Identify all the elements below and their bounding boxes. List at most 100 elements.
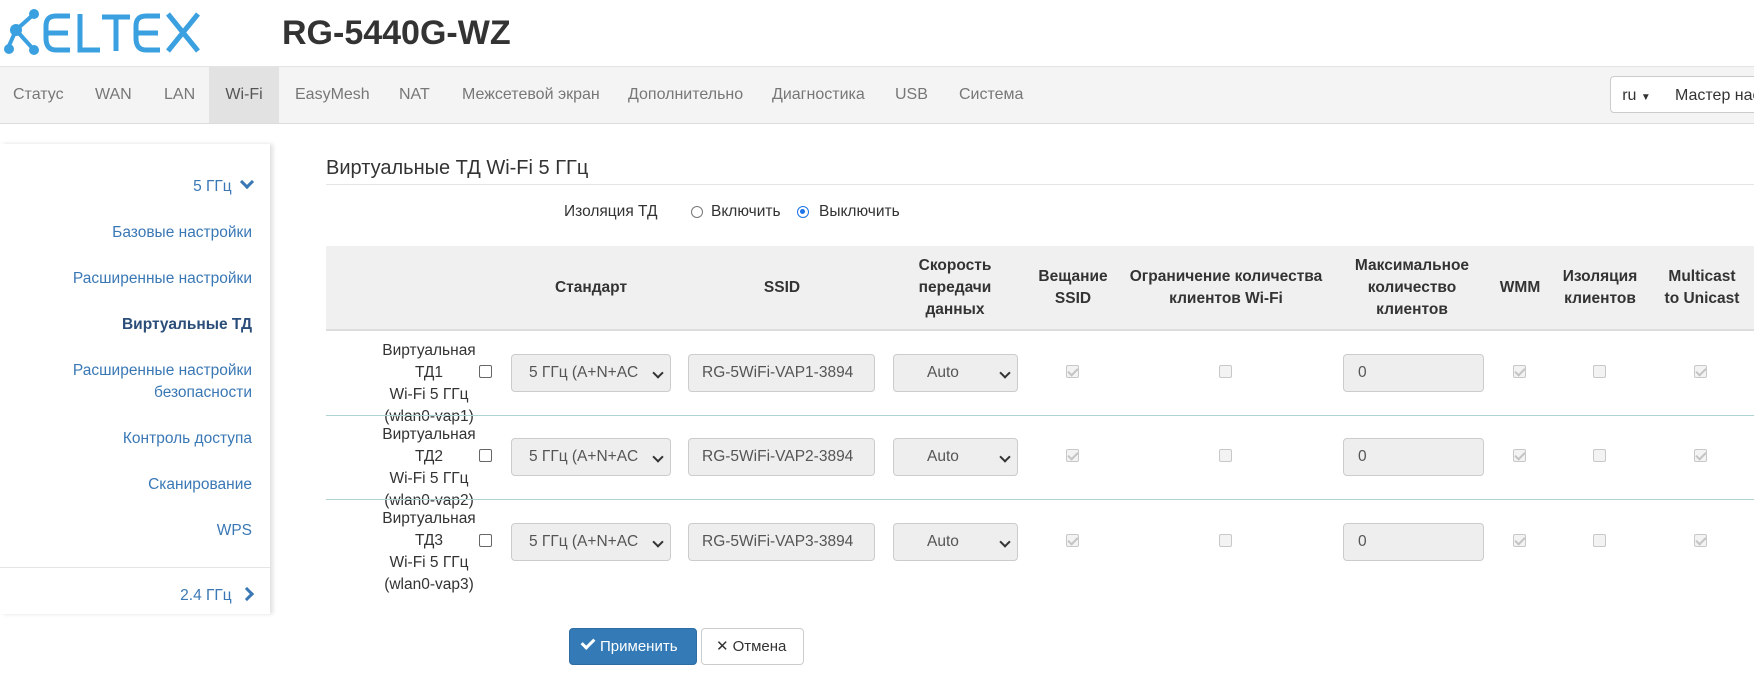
standard-select[interactable]: 5 ГГц (A+N+AC (511, 523, 671, 561)
nav-usb[interactable]: USB (895, 67, 928, 123)
standard-select-value: 5 ГГц (A+N+AC (529, 448, 639, 465)
sidebar-divider (0, 567, 270, 568)
isolation-on-label[interactable]: Включить (711, 203, 781, 221)
client-limit-checkbox[interactable] (1219, 365, 1232, 378)
rate-select-value: Auto (927, 364, 959, 381)
sidebar-band-5ghz-label: 5 ГГц (193, 178, 232, 195)
th-wmm: WMM (1499, 279, 1541, 296)
isolation-off-radio[interactable] (797, 206, 809, 218)
standard-select-value: 5 ГГц (A+N+AC (529, 533, 639, 550)
chevron-down-icon (999, 536, 1011, 548)
rate-select-value: Auto (927, 448, 959, 465)
nav-nat[interactable]: NAT (399, 67, 430, 123)
th-broadcast: Вещание SSID (1038, 268, 1108, 307)
chevron-down-icon (999, 367, 1011, 379)
ssid-input[interactable]: RG-5WiFi-VAP3-3894 (688, 523, 875, 561)
isolation-off-label[interactable]: Выключить (819, 203, 900, 221)
max-clients-input[interactable]: 0 (1343, 523, 1484, 561)
sidebar-item-virtual-ap[interactable]: Виртуальные ТД (122, 314, 252, 336)
row-divider (326, 499, 1754, 500)
nav-wifi[interactable]: Wi-Fi (209, 67, 279, 123)
language-dropdown[interactable]: ru ▼ (1610, 76, 1663, 113)
sidebar-item-advanced[interactable]: Расширенные настройки (73, 268, 252, 290)
th-multicast: Multicast to Unicast (1664, 268, 1740, 307)
max-clients-input[interactable]: 0 (1343, 438, 1484, 476)
sidebar-band-5ghz[interactable]: 5 ГГц (193, 174, 255, 198)
row-enable-checkbox[interactable] (479, 365, 492, 378)
sidebar-band-24ghz[interactable]: 2.4 ГГц (180, 585, 255, 607)
apply-label: Применить (600, 638, 678, 655)
chevron-down-icon (652, 536, 664, 548)
rate-select[interactable]: Auto (893, 523, 1018, 561)
cancel-label: Отмена (732, 638, 787, 655)
row-title: Виртуальная ТД2 (382, 426, 476, 465)
client-limit-checkbox[interactable] (1219, 449, 1232, 462)
wmm-checkbox[interactable] (1513, 449, 1526, 462)
multicast-checkbox[interactable] (1694, 449, 1707, 462)
wmm-checkbox[interactable] (1513, 365, 1526, 378)
row-title: Виртуальная ТД3 (382, 510, 476, 549)
rate-select-value: Auto (927, 533, 959, 550)
standard-select[interactable]: 5 ГГц (A+N+AC (511, 438, 671, 476)
sidebar-item-access-control[interactable]: Контроль доступа (123, 428, 252, 450)
nav-diagnostics[interactable]: Диагностика (772, 67, 865, 123)
broadcast-ssid-checkbox[interactable] (1066, 365, 1079, 378)
nav-firewall[interactable]: Межсетевой экран (462, 67, 600, 123)
device-model: RG-5440G-WZ (282, 14, 511, 52)
eltex-logo[interactable] (4, 8, 204, 61)
sidebar-item-scanning[interactable]: Сканирование (148, 474, 252, 496)
row-enable-checkbox[interactable] (479, 534, 492, 547)
chevron-down-icon (652, 367, 664, 379)
chevron-down-icon (652, 451, 664, 463)
chevron-down-icon (239, 174, 255, 190)
row-name: Виртуальная ТД3 Wi-Fi 5 ГГц (wlan0-vap3) (374, 508, 484, 596)
broadcast-ssid-checkbox[interactable] (1066, 534, 1079, 547)
th-standard: Стандарт (554, 279, 628, 296)
nav-system[interactable]: Система (959, 67, 1023, 123)
rate-select[interactable]: Auto (893, 438, 1018, 476)
multicast-checkbox[interactable] (1694, 365, 1707, 378)
nav-easymesh[interactable]: EasyMesh (295, 67, 370, 123)
client-isolation-checkbox[interactable] (1593, 449, 1606, 462)
cancel-button[interactable]: ✕ Отмена (701, 628, 804, 665)
row-band: Wi-Fi 5 ГГц (389, 470, 469, 487)
th-client-limit: Ограничение количества клиентов Wi-Fi (1129, 268, 1323, 307)
sidebar-item-basic[interactable]: Базовые настройки (112, 222, 252, 244)
row-divider (326, 415, 1754, 416)
rate-select[interactable]: Auto (893, 354, 1018, 392)
nav-status[interactable]: Статус (13, 67, 64, 123)
chevron-down-icon (999, 451, 1011, 463)
top-navbar: Статус WAN LAN Wi-Fi EasyMesh NAT Межсет… (0, 66, 1754, 124)
row-enable-checkbox[interactable] (479, 449, 492, 462)
th-client-isolation: Изоляция клиентов (1562, 268, 1638, 307)
title-divider (326, 184, 1754, 185)
th-ssid: SSID (763, 279, 801, 296)
apply-button[interactable]: Применить (569, 628, 697, 665)
isolation-on-radio[interactable] (691, 206, 703, 218)
sidebar-item-wps[interactable]: WPS (217, 520, 252, 542)
client-isolation-checkbox[interactable] (1593, 534, 1606, 547)
ssid-input[interactable]: RG-5WiFi-VAP1-3894 (688, 354, 875, 392)
row-band: Wi-Fi 5 ГГц (389, 554, 469, 571)
multicast-checkbox[interactable] (1694, 534, 1707, 547)
nav-wan[interactable]: WAN (95, 67, 132, 123)
nav-additional[interactable]: Дополнительно (628, 67, 743, 123)
header: RG-5440G-WZ (0, 0, 1754, 66)
setup-wizard-button[interactable]: Мастер нас (1662, 76, 1754, 113)
broadcast-ssid-checkbox[interactable] (1066, 449, 1079, 462)
client-isolation-checkbox[interactable] (1593, 365, 1606, 378)
chevron-right-icon (239, 586, 255, 602)
row-title: Виртуальная ТД1 (382, 342, 476, 381)
client-limit-checkbox[interactable] (1219, 534, 1232, 547)
nav-lan[interactable]: LAN (164, 67, 195, 123)
standard-select[interactable]: 5 ГГц (A+N+AC (511, 354, 671, 392)
sidebar-item-advanced-security[interactable]: Расширенные настройки безопасности (52, 360, 252, 404)
ssid-input[interactable]: RG-5WiFi-VAP2-3894 (688, 438, 875, 476)
max-clients-input[interactable]: 0 (1343, 354, 1484, 392)
sidebar-band-24ghz-label: 2.4 ГГц (180, 587, 232, 604)
sidebar: 5 ГГц Базовые настройки Расширенные наст… (0, 144, 270, 614)
wmm-checkbox[interactable] (1513, 534, 1526, 547)
caret-down-icon: ▼ (1640, 92, 1651, 103)
th-max-clients: Максимальное количество клиентов (1354, 257, 1470, 318)
page-title: Виртуальные ТД Wi-Fi 5 ГГц (326, 157, 589, 179)
